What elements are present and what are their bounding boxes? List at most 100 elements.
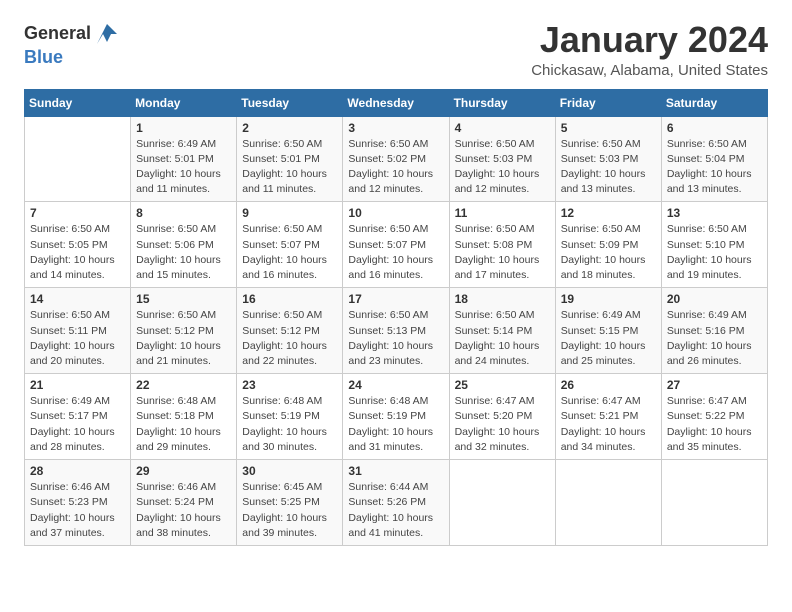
day-info: Sunrise: 6:50 AMSunset: 5:03 PMDaylight:… [561,137,656,198]
calendar-cell: 28 Sunrise: 6:46 AMSunset: 5:23 PMDayligh… [25,460,131,546]
day-number: 9 [242,206,337,220]
week-row-4: 28 Sunrise: 6:46 AMSunset: 5:23 PMDayligh… [25,460,768,546]
calendar-cell: 5 Sunrise: 6:50 AMSunset: 5:03 PMDaylight… [555,116,661,202]
day-header-tuesday: Tuesday [237,89,343,116]
day-info: Sunrise: 6:50 AMSunset: 5:07 PMDaylight:… [348,222,443,283]
logo-icon [93,20,121,48]
day-info: Sunrise: 6:45 AMSunset: 5:25 PMDaylight:… [242,480,337,541]
day-info: Sunrise: 6:50 AMSunset: 5:07 PMDaylight:… [242,222,337,283]
day-number: 13 [667,206,762,220]
day-info: Sunrise: 6:50 AMSunset: 5:13 PMDaylight:… [348,308,443,369]
day-number: 14 [30,292,125,306]
day-header-friday: Friday [555,89,661,116]
day-number: 25 [455,378,550,392]
calendar-cell: 22 Sunrise: 6:48 AMSunset: 5:18 PMDayligh… [131,374,237,460]
day-info: Sunrise: 6:47 AMSunset: 5:20 PMDaylight:… [455,394,550,455]
calendar-cell: 24Sunrise: 6:48 AMSunset: 5:19 PMDayligh… [343,374,449,460]
day-info: Sunrise: 6:49 AMSunset: 5:16 PMDaylight:… [667,308,762,369]
day-header-wednesday: Wednesday [343,89,449,116]
calendar-cell: 30Sunrise: 6:45 AMSunset: 5:25 PMDayligh… [237,460,343,546]
day-number: 21 [30,378,125,392]
header: General Blue January 2024 Chickasaw, Ala… [24,20,768,79]
day-number: 18 [455,292,550,306]
day-info: Sunrise: 6:46 AMSunset: 5:24 PMDaylight:… [136,480,231,541]
day-info: Sunrise: 6:50 AMSunset: 5:03 PMDaylight:… [455,137,550,198]
week-row-0: 1Sunrise: 6:49 AMSunset: 5:01 PMDaylight… [25,116,768,202]
day-number: 16 [242,292,337,306]
calendar-cell: 8 Sunrise: 6:50 AMSunset: 5:06 PMDaylight… [131,202,237,288]
calendar-cell: 10 Sunrise: 6:50 AMSunset: 5:07 PMDayligh… [343,202,449,288]
day-number: 5 [561,121,656,135]
day-info: Sunrise: 6:50 AMSunset: 5:06 PMDaylight:… [136,222,231,283]
day-number: 2 [242,121,337,135]
calendar-cell: 13 Sunrise: 6:50 AMSunset: 5:10 PMDayligh… [661,202,767,288]
day-number: 24 [348,378,443,392]
calendar-cell: 31 Sunrise: 6:44 AMSunset: 5:26 PMDayligh… [343,460,449,546]
calendar-cell: 25 Sunrise: 6:47 AMSunset: 5:20 PMDayligh… [449,374,555,460]
calendar-cell: 23Sunrise: 6:48 AMSunset: 5:19 PMDayligh… [237,374,343,460]
day-header-saturday: Saturday [661,89,767,116]
day-info: Sunrise: 6:50 AMSunset: 5:05 PMDaylight:… [30,222,125,283]
calendar-cell [555,460,661,546]
day-number: 12 [561,206,656,220]
day-info: Sunrise: 6:44 AMSunset: 5:26 PMDaylight:… [348,480,443,541]
day-info: Sunrise: 6:49 AMSunset: 5:01 PMDaylight:… [136,137,231,198]
day-info: Sunrise: 6:50 AMSunset: 5:14 PMDaylight:… [455,308,550,369]
calendar-table: SundayMondayTuesdayWednesdayThursdayFrid… [24,89,768,546]
day-info: Sunrise: 6:50 AMSunset: 5:10 PMDaylight:… [667,222,762,283]
day-info: Sunrise: 6:48 AMSunset: 5:18 PMDaylight:… [136,394,231,455]
day-number: 22 [136,378,231,392]
calendar-cell: 1Sunrise: 6:49 AMSunset: 5:01 PMDaylight… [131,116,237,202]
day-info: Sunrise: 6:50 AMSunset: 5:02 PMDaylight:… [348,137,443,198]
day-info: Sunrise: 6:50 AMSunset: 5:11 PMDaylight:… [30,308,125,369]
day-number: 10 [348,206,443,220]
week-row-3: 21 Sunrise: 6:49 AMSunset: 5:17 PMDayligh… [25,374,768,460]
location-title: Chickasaw, Alabama, United States [531,62,768,79]
calendar-cell: 2Sunrise: 6:50 AMSunset: 5:01 PMDaylight… [237,116,343,202]
day-header-thursday: Thursday [449,89,555,116]
calendar-cell: 16 Sunrise: 6:50 AMSunset: 5:12 PMDayligh… [237,288,343,374]
calendar-cell [449,460,555,546]
day-info: Sunrise: 6:47 AMSunset: 5:22 PMDaylight:… [667,394,762,455]
day-info: Sunrise: 6:49 AMSunset: 5:15 PMDaylight:… [561,308,656,369]
logo: General Blue [24,20,121,68]
day-number: 8 [136,206,231,220]
calendar-cell: 11 Sunrise: 6:50 AMSunset: 5:08 PMDayligh… [449,202,555,288]
month-title: January 2024 [531,20,768,60]
calendar-cell: 21 Sunrise: 6:49 AMSunset: 5:17 PMDayligh… [25,374,131,460]
header-row: SundayMondayTuesdayWednesdayThursdayFrid… [25,89,768,116]
day-number: 28 [30,464,125,478]
day-number: 27 [667,378,762,392]
calendar-cell: 3 Sunrise: 6:50 AMSunset: 5:02 PMDaylight… [343,116,449,202]
day-number: 29 [136,464,231,478]
title-area: January 2024 Chickasaw, Alabama, United … [531,20,768,79]
day-number: 26 [561,378,656,392]
calendar-cell: 4Sunrise: 6:50 AMSunset: 5:03 PMDaylight… [449,116,555,202]
calendar-cell: 17Sunrise: 6:50 AMSunset: 5:13 PMDayligh… [343,288,449,374]
calendar-cell: 29 Sunrise: 6:46 AMSunset: 5:24 PMDayligh… [131,460,237,546]
day-info: Sunrise: 6:50 AMSunset: 5:04 PMDaylight:… [667,137,762,198]
calendar-cell: 7 Sunrise: 6:50 AMSunset: 5:05 PMDaylight… [25,202,131,288]
calendar-cell: 18 Sunrise: 6:50 AMSunset: 5:14 PMDayligh… [449,288,555,374]
calendar-cell: 14 Sunrise: 6:50 AMSunset: 5:11 PMDayligh… [25,288,131,374]
day-number: 7 [30,206,125,220]
day-number: 31 [348,464,443,478]
calendar-cell: 6 Sunrise: 6:50 AMSunset: 5:04 PMDaylight… [661,116,767,202]
day-info: Sunrise: 6:48 AMSunset: 5:19 PMDaylight:… [242,394,337,455]
day-number: 20 [667,292,762,306]
calendar-header: SundayMondayTuesdayWednesdayThursdayFrid… [25,89,768,116]
day-number: 6 [667,121,762,135]
day-info: Sunrise: 6:50 AMSunset: 5:12 PMDaylight:… [242,308,337,369]
day-number: 19 [561,292,656,306]
day-info: Sunrise: 6:50 AMSunset: 5:08 PMDaylight:… [455,222,550,283]
day-number: 11 [455,206,550,220]
day-info: Sunrise: 6:47 AMSunset: 5:21 PMDaylight:… [561,394,656,455]
day-header-monday: Monday [131,89,237,116]
logo-blue-text: Blue [24,47,63,67]
day-info: Sunrise: 6:46 AMSunset: 5:23 PMDaylight:… [30,480,125,541]
week-row-2: 14 Sunrise: 6:50 AMSunset: 5:11 PMDayligh… [25,288,768,374]
calendar-cell: 15Sunrise: 6:50 AMSunset: 5:12 PMDayligh… [131,288,237,374]
day-number: 3 [348,121,443,135]
day-info: Sunrise: 6:49 AMSunset: 5:17 PMDaylight:… [30,394,125,455]
calendar-cell: 19 Sunrise: 6:49 AMSunset: 5:15 PMDayligh… [555,288,661,374]
